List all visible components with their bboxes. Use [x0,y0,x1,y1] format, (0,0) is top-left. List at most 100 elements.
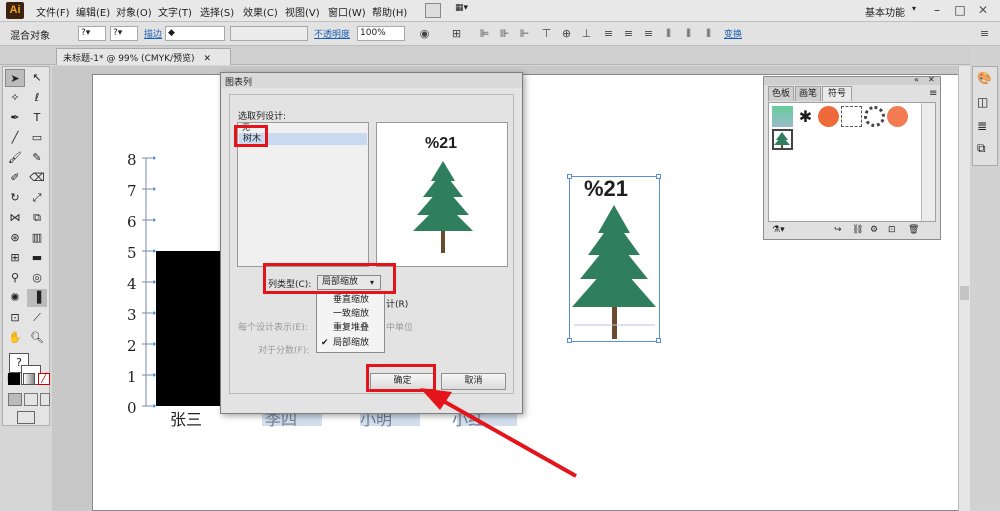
artboard-tool-icon[interactable]: ⊡ [5,309,25,327]
hand-tool-icon[interactable]: ✋ [5,329,25,347]
selection-tool-icon[interactable]: ➤ [5,69,25,87]
bridge-icon[interactable] [425,3,441,18]
selection-handle[interactable] [567,174,572,179]
blend-tool-icon[interactable]: ◎ [27,269,47,287]
mesh-tool-icon[interactable]: ⊞ [5,249,25,267]
draw-inside-icon[interactable] [40,393,50,406]
pencil-tool-icon[interactable]: ✎ [27,149,47,167]
document-tab[interactable]: 未标题-1* @ 99% (CMYK/预览) ✕ [56,48,231,65]
eyedropper-tool-icon[interactable]: ⚲ [5,269,25,287]
paintbrush-tool-icon[interactable]: 🖌 [5,149,25,167]
color-mode-icon[interactable] [8,373,20,385]
line-tool-icon[interactable]: ╱ [5,129,25,147]
distribute-right-icon[interactable]: ⦀ [702,27,715,40]
collapse-panel-icon[interactable]: « [914,75,919,84]
align-middle-icon[interactable]: ⊕ [560,27,573,40]
align-to-icon[interactable]: ⊞ [450,27,463,40]
align-center-icon[interactable]: ⊪ [498,27,511,40]
tab-close-icon[interactable]: ✕ [203,54,211,64]
shape-builder-tool-icon[interactable]: ⊛ [5,229,25,247]
symbol-swatch-grass[interactable] [772,106,793,127]
fill-swatch-dropdown[interactable]: ?▾ [78,26,106,41]
gradient-mode-icon[interactable] [23,373,35,385]
magic-wand-tool-icon[interactable]: ✧ [5,89,25,107]
none-mode-icon[interactable]: ╱ [38,373,50,385]
workspace-switcher[interactable]: 基本功能 [865,4,905,19]
stroke-label[interactable]: 描边 [144,27,162,40]
symbol-swatch-frame[interactable] [841,106,862,127]
symbol-library-icon[interactable]: ⚗▾ [772,225,785,235]
bar-zhangsan[interactable] [156,251,222,406]
variable-width-dropdown[interactable] [230,26,308,41]
menu-effect[interactable]: 效果(C) [243,4,278,19]
scale-tool-icon[interactable]: ⤢ [27,189,47,207]
eraser-tool-icon[interactable]: ⌫ [27,169,47,187]
layers-panel-icon[interactable]: ≣ [977,119,993,135]
selection-handle[interactable] [656,338,661,343]
gradient-tool-icon[interactable]: ▬ [27,249,47,267]
vertical-scrollbar[interactable] [958,66,970,511]
free-transform-tool-icon[interactable]: ⧉ [27,209,47,227]
recolor-icon[interactable]: ◉ [418,27,431,40]
symbol-swatch-tree[interactable] [772,129,793,150]
panel-scrollbar[interactable] [921,103,935,221]
option-sliding[interactable]: ✔ 局部缩放 [317,336,384,350]
align-bottom-icon[interactable]: ⊥ [580,27,593,40]
slice-tool-icon[interactable]: ⟋ [27,309,47,327]
transform-link[interactable]: 变换 [724,27,742,40]
symbol-sprayer-tool-icon[interactable]: ✺ [5,289,25,307]
stroke-swatch-dropdown[interactable]: ?▾ [110,26,138,41]
menu-edit[interactable]: 编辑(E) [76,4,110,19]
menu-window[interactable]: 窗口(W) [328,4,366,19]
distribute-middle-icon[interactable]: ≡ [622,27,635,40]
panel-menu-icon[interactable]: ≡ [978,27,991,40]
align-top-icon[interactable]: ⊤ [540,27,553,40]
place-symbol-icon[interactable]: ↪ [834,225,842,235]
menu-file[interactable]: 文件(F) [36,4,70,19]
column-graph-tool-icon[interactable]: ▐ [27,289,47,307]
symbol-swatch-flower[interactable] [887,106,908,127]
panel-menu-icon[interactable]: ≡ [929,88,937,99]
zoom-tool-icon[interactable]: 🔍︎ [27,329,47,347]
menu-view[interactable]: 视图(V) [285,4,320,19]
new-symbol-icon[interactable]: ⊡ [888,225,896,235]
tab-symbols[interactable]: 符号 [822,86,852,101]
rotate-legend-label[interactable]: 计(R) [386,297,408,310]
screen-mode-icon[interactable] [17,411,35,424]
option-vertical-scale[interactable]: 垂直缩放 [317,293,384,307]
distribute-center-icon[interactable]: ⦀ [682,27,695,40]
opacity-label[interactable]: 不透明度 [314,27,350,40]
break-link-icon[interactable]: ⛓ [852,225,863,235]
close-button[interactable]: ✕ [966,0,1000,20]
align-left-icon[interactable]: ⊫ [478,27,491,40]
menu-help[interactable]: 帮助(H) [372,4,407,19]
distribute-top-icon[interactable]: ≡ [602,27,615,40]
selection-handle[interactable] [567,338,572,343]
distribute-bottom-icon[interactable]: ≡ [642,27,655,40]
arrange-documents-icon[interactable]: ▦▾ [455,3,477,18]
scrollbar-thumb[interactable] [960,286,969,300]
symbol-swatch-ring[interactable] [864,106,885,127]
pen-tool-icon[interactable]: ✒ [5,109,25,127]
draw-behind-icon[interactable] [24,393,38,406]
selection-handle[interactable] [656,174,661,179]
menu-type[interactable]: 文字(T) [158,4,192,19]
blob-brush-tool-icon[interactable]: ✐ [5,169,25,187]
option-repeat-stack[interactable]: 重复堆叠 [317,321,384,335]
draw-normal-icon[interactable] [8,393,22,406]
stroke-weight-field[interactable]: ◆ [165,26,225,41]
symbol-swatch-splat[interactable]: ✱ [795,106,816,127]
direct-selection-tool-icon[interactable]: ↖ [27,69,47,87]
opacity-field[interactable]: 100% [357,26,405,41]
close-panel-icon[interactable]: ✕ [928,75,935,84]
menu-object[interactable]: 对象(O) [116,4,152,19]
align-right-icon[interactable]: ⊩ [518,27,531,40]
delete-symbol-icon[interactable]: 🗑︎ [908,225,919,235]
distribute-left-icon[interactable]: ⦀ [662,27,675,40]
lasso-tool-icon[interactable]: ℓ [27,89,47,107]
symbol-swatch-orange[interactable] [818,106,839,127]
rotate-tool-icon[interactable]: ↻ [5,189,25,207]
tab-swatches[interactable]: 色板 [768,86,794,101]
width-tool-icon[interactable]: ⋈ [5,209,25,227]
perspective-grid-tool-icon[interactable]: ▥ [27,229,47,247]
